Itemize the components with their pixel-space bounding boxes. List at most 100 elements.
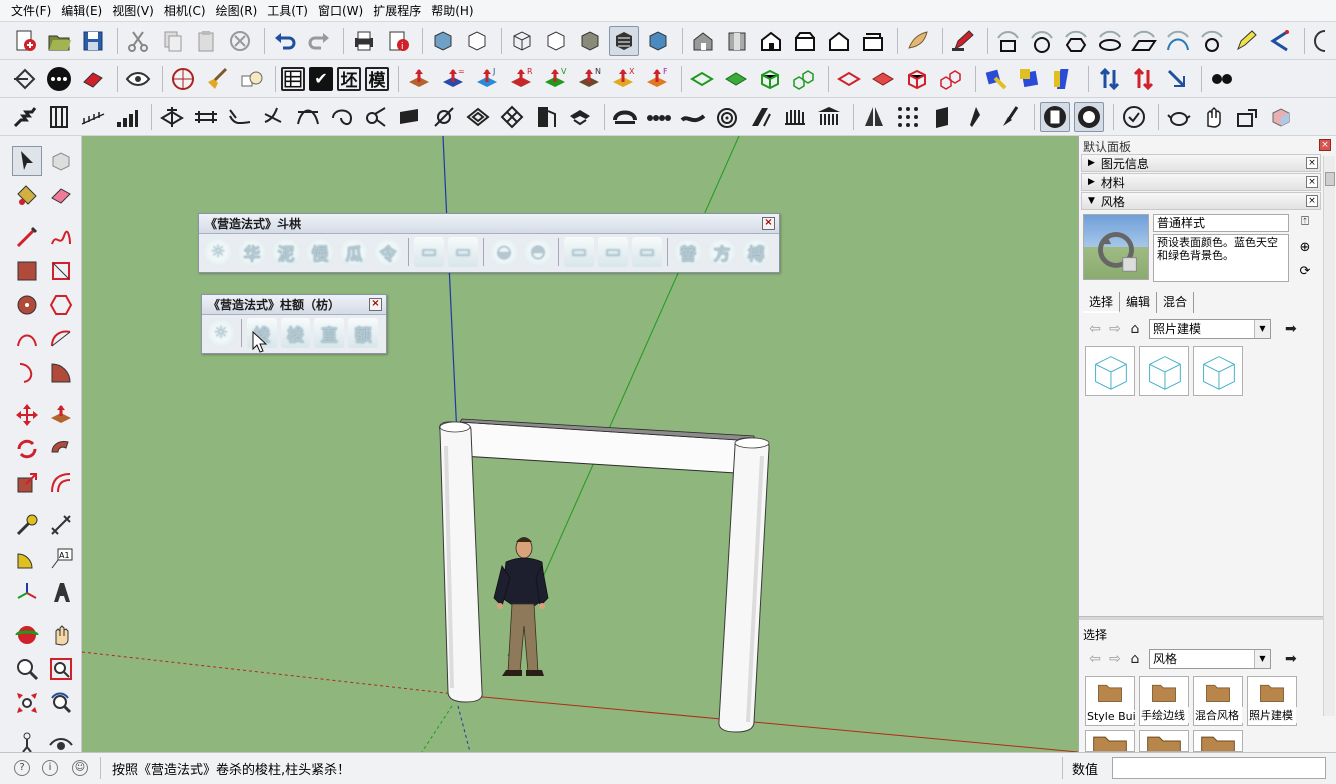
push-f-icon[interactable]: F (642, 64, 672, 94)
select-tool-icon[interactable] (12, 146, 42, 176)
mirror-icon[interactable] (859, 102, 889, 132)
cubes-outline-icon[interactable] (789, 64, 819, 94)
check-circle-icon[interactable] (1119, 102, 1149, 132)
bracket-g-icon[interactable] (361, 102, 391, 132)
right-view-icon[interactable] (790, 26, 820, 56)
pencil-icon[interactable] (948, 26, 978, 56)
chevron-down-icon[interactable]: ▼ (1254, 320, 1270, 338)
box-color-icon[interactable] (1266, 102, 1296, 132)
broom-icon[interactable] (202, 64, 232, 94)
component-icon[interactable] (236, 64, 266, 94)
menu-help[interactable]: 帮助(H) (426, 1, 478, 21)
pi-button[interactable]: 坯 (337, 66, 361, 91)
bezier-edit-icon[interactable] (1231, 26, 1261, 56)
hidden-line-icon[interactable] (541, 26, 571, 56)
close-icon[interactable]: × (1306, 176, 1318, 188)
chisel-icon[interactable] (961, 102, 991, 132)
menu-file[interactable]: 文件(F) (6, 1, 56, 21)
line-tool-icon[interactable] (12, 222, 42, 252)
teapot-icon[interactable] (1164, 102, 1194, 132)
3d-viewport[interactable]: 《营造法式》斗栱 × ☼ 华 泥 慢 瓜 令 ▭ ▭ ◒ ◓ ▭ ▭ ▭ 替 方… (82, 136, 1078, 752)
push-j-icon[interactable]: = (438, 64, 468, 94)
style-folder[interactable] (1139, 730, 1189, 753)
menu-tools[interactable]: 工具(T) (262, 1, 313, 21)
menu-camera[interactable]: 相机(C) (159, 1, 211, 21)
forward-arrow-icon[interactable]: ⇨ (1105, 650, 1125, 668)
move-tool-icon[interactable] (12, 400, 42, 430)
menu-window[interactable]: 窗口(W) (313, 1, 368, 21)
details-arrow-icon[interactable]: ➡ (1285, 321, 1297, 337)
back-arrow-icon[interactable]: ⇦ (1085, 320, 1105, 338)
geolocation-icon[interactable]: ? (14, 760, 30, 776)
style-folder[interactable]: 照片建模 (1247, 676, 1297, 726)
cubes-red-outline-icon[interactable] (936, 64, 966, 94)
tile-b-icon[interactable] (497, 102, 527, 132)
style-preview-thumbnail[interactable] (1083, 214, 1149, 280)
checkbox-icon[interactable]: ✔ (309, 66, 333, 91)
follow-me-tool-icon[interactable] (46, 434, 76, 464)
diamond-red-outline-icon[interactable] (834, 64, 864, 94)
dougong-ling-button[interactable]: 令 (373, 237, 403, 267)
diamond-fill-icon[interactable] (721, 64, 751, 94)
collection-dropdown[interactable]: 照片建模 ▼ (1149, 319, 1271, 339)
infinity-icon[interactable] (1207, 64, 1237, 94)
dou-round-b-icon[interactable]: ◓ (523, 237, 553, 267)
dou-block-d-icon[interactable]: ▭ (598, 237, 628, 267)
home-icon[interactable]: ⌂ (1125, 320, 1145, 338)
redo-icon[interactable] (304, 26, 334, 56)
hand-icon[interactable] (1198, 102, 1228, 132)
close-icon[interactable]: × (762, 217, 775, 230)
stair-icon[interactable] (10, 102, 40, 132)
zoom-window-icon[interactable] (46, 654, 76, 684)
eye-icon[interactable] (123, 64, 153, 94)
left-pillar[interactable] (439, 421, 483, 703)
dou-block-c-icon[interactable]: ▭ (564, 237, 594, 267)
dou-round-a-icon[interactable]: ◒ (489, 237, 519, 267)
bezier-curve-icon[interactable] (1163, 26, 1193, 56)
push-pull-tool-icon[interactable] (46, 400, 76, 430)
forward-arrow-icon[interactable]: ⇨ (1105, 320, 1125, 338)
window-frame-icon[interactable] (44, 102, 74, 132)
model-info-icon[interactable]: i (383, 26, 413, 56)
roof-icon[interactable] (565, 102, 595, 132)
bezier-circle-icon[interactable] (1027, 26, 1057, 56)
back-arrow-icon[interactable]: ⇦ (1085, 650, 1105, 668)
bezier-polygon-icon[interactable] (1061, 26, 1091, 56)
cube-red-outline-icon[interactable] (902, 64, 932, 94)
railing-icon[interactable] (78, 102, 108, 132)
right-pillar[interactable] (718, 437, 770, 733)
zhu-zhi-button[interactable]: 直 (314, 318, 345, 348)
3d-text-tool-icon[interactable] (46, 578, 76, 608)
circle-tool-icon[interactable] (12, 290, 42, 320)
globe-icon[interactable] (168, 64, 198, 94)
frame-b-icon[interactable] (1074, 101, 1104, 132)
push-r-icon[interactable]: R (506, 64, 536, 94)
beam-icon[interactable] (395, 102, 425, 132)
measurements-input[interactable] (1112, 757, 1326, 779)
bars-icon[interactable] (112, 102, 142, 132)
three-point-arc-icon[interactable] (12, 358, 42, 388)
orbit-tool-icon[interactable] (12, 620, 42, 650)
protractor-tool-icon[interactable] (12, 544, 42, 574)
eraser-icon[interactable] (78, 64, 108, 94)
text-tool-icon[interactable]: A1 (46, 544, 76, 574)
collection-dropdown-lower[interactable]: 风格 ▼ (1149, 649, 1271, 669)
user-icon[interactable]: ☺ (72, 760, 88, 776)
pie-tool-icon[interactable] (46, 358, 76, 388)
grid-dots-icon[interactable] (893, 102, 923, 132)
float-toolbar-title[interactable]: 《营造法式》斗栱 × (199, 214, 779, 234)
bezier-spiral-icon[interactable] (1197, 26, 1227, 56)
brush-tool-icon[interactable] (429, 102, 459, 132)
update-style-icon[interactable]: ⊕ (1297, 240, 1313, 256)
scale-tool-icon[interactable] (12, 468, 42, 498)
person-figure[interactable] (493, 537, 549, 676)
dougong-ti-button[interactable]: 替 (673, 237, 703, 267)
previous-view-icon[interactable] (46, 688, 76, 718)
dots-row-icon[interactable] (644, 102, 674, 132)
style-folder[interactable]: 手绘边线 (1139, 676, 1189, 726)
pan-tool-icon[interactable] (46, 620, 76, 650)
pane-splitter[interactable] (1079, 616, 1323, 620)
arrow-diag-icon[interactable] (1162, 64, 1192, 94)
bracket-c-icon[interactable] (225, 102, 255, 132)
menu-view[interactable]: 视图(V) (107, 1, 159, 21)
